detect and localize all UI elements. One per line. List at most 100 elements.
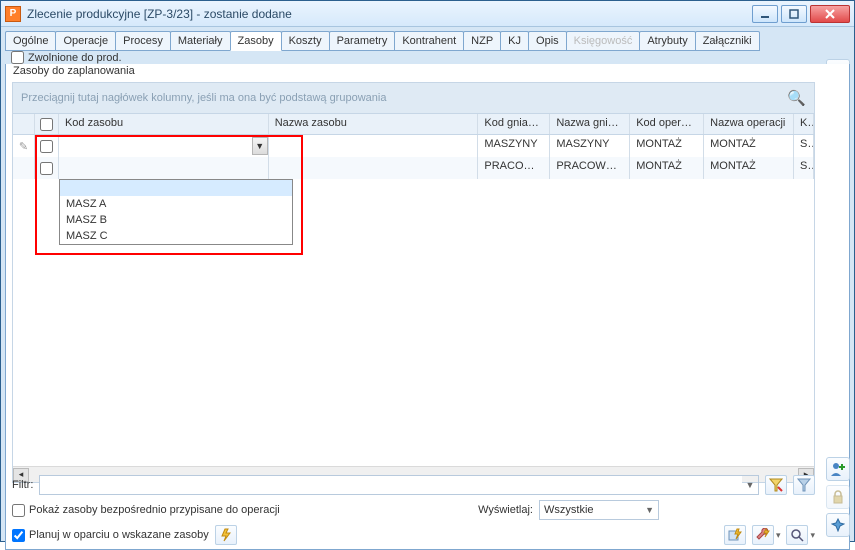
cell-kod-zasobu <box>59 157 269 179</box>
row-indicator: ✎ <box>13 135 35 157</box>
cell-kod-gniazda: PRACOW… <box>478 157 550 179</box>
kod-zasobu-dropdown[interactable]: MASZ A MASZ B MASZ C <box>59 179 293 245</box>
pokaz-bezposrednio-checkbox[interactable] <box>12 504 25 517</box>
app-icon: P <box>5 6 21 22</box>
wrench-bolt-icon <box>756 528 770 542</box>
grid: Przeciągnij tutaj nagłówek kolumny, jeśl… <box>12 82 815 483</box>
close-button[interactable] <box>810 5 850 23</box>
zwolnione-label: Zwolnione do prod. <box>28 52 122 64</box>
search-icon[interactable]: 🔍 <box>787 89 806 107</box>
kod-zasobu-combo[interactable]: ▼ <box>61 135 268 157</box>
tab-koszty[interactable]: Koszty <box>281 31 330 51</box>
chevron-down-icon: ▼ <box>645 505 654 515</box>
minimize-icon <box>760 9 770 19</box>
tab-nzp[interactable]: NZP <box>463 31 501 51</box>
bottom-panel: Filtr: ▼ Pokaż zasoby bezpośrednio przyp… <box>12 475 815 545</box>
planuj-checkbox[interactable] <box>12 529 25 542</box>
dropdown-option[interactable]: MASZ A <box>60 196 292 212</box>
cell-nazwa-zasobu <box>269 157 479 179</box>
row-checkbox[interactable] <box>40 162 53 175</box>
wrench-bolt-button[interactable] <box>752 525 774 545</box>
col-kod-zasobu[interactable]: Kod zasobu <box>59 114 269 134</box>
wyswietlaj-label: Wyświetlaj: <box>478 504 533 516</box>
col-kod-gniazda[interactable]: Kod gniazda <box>478 114 550 134</box>
lock-button <box>826 485 850 509</box>
dropdown-blank-option[interactable] <box>60 180 292 196</box>
maximize-icon <box>789 9 799 19</box>
col-handle <box>13 114 35 134</box>
combo-dropdown-button[interactable]: ▼ <box>252 137 268 155</box>
row-indicator <box>13 157 35 179</box>
col-nazwa-zasobu[interactable]: Nazwa zasobu <box>269 114 479 134</box>
dropdown-arrow-icon[interactable]: ▾ <box>810 530 815 541</box>
cell-kod-operacji: MONTAŻ <box>630 157 704 179</box>
dropdown-arrow-icon[interactable]: ▾ <box>776 530 781 541</box>
maximize-button[interactable] <box>781 5 807 23</box>
tab-zasoby[interactable]: Zasoby <box>230 31 282 51</box>
tabs-row: Ogólne Operacje Procesy Materiały Zasoby… <box>1 27 854 64</box>
funnel-edit-icon <box>769 478 783 492</box>
planuj-label: Planuj w oparciu o wskazane zasoby <box>29 529 209 541</box>
person-button[interactable] <box>826 457 850 481</box>
col-kod-operacji[interactable]: Kod operacji <box>630 114 704 134</box>
tab-opis[interactable]: Opis <box>528 31 567 51</box>
app-window: P Zlecenie produkcyjne [ZP-3/23] - zosta… <box>0 0 855 542</box>
plan-bolt-icon <box>728 528 742 542</box>
cell-nazwa-zasobu <box>269 135 479 157</box>
filter-edit-button[interactable] <box>765 475 787 495</box>
zwolnione-checkbox-wrapper[interactable]: Zwolnione do prod. <box>11 51 122 64</box>
filter-input[interactable] <box>40 476 742 494</box>
table-row[interactable]: PRACOW… PRACOWNICY MONTAŻ MONTAŻ ST <box>13 157 814 179</box>
tab-atrybuty[interactable]: Atrybuty <box>639 31 695 51</box>
tab-parametry[interactable]: Parametry <box>329 31 396 51</box>
kod-zasobu-input[interactable] <box>61 137 252 155</box>
cell-nazwa-gniazda: MASZYNY <box>550 135 630 157</box>
wyswietlaj-value: Wszystkie <box>544 504 594 516</box>
group-drop-zone[interactable]: Przeciągnij tutaj nagłówek kolumny, jeśl… <box>13 83 814 113</box>
filter-label: Filtr: <box>12 479 33 491</box>
col-header-checkbox[interactable] <box>35 114 59 134</box>
tab-ksiegowosc: Księgowość <box>566 31 641 51</box>
dropdown-option[interactable]: MASZ B <box>60 212 292 228</box>
row-checkbox[interactable] <box>40 140 53 153</box>
person-plus-icon <box>830 461 846 477</box>
grid-body: ✎ ▼ MASZYNY MASZYNY MONTAŻ MONTAŻ ST <box>13 135 814 466</box>
minimize-button[interactable] <box>752 5 778 23</box>
cell-kod-operacji: MONTAŻ <box>630 135 704 157</box>
tab-zalaczniki[interactable]: Załączniki <box>695 31 760 51</box>
tab-operacje[interactable]: Operacje <box>55 31 116 51</box>
tab-kontrahent[interactable]: Kontrahent <box>394 31 464 51</box>
titlebar: P Zlecenie produkcyjne [ZP-3/23] - zosta… <box>1 1 854 27</box>
zwolnione-checkbox[interactable] <box>11 51 24 64</box>
window-title: Zlecenie produkcyjne [ZP-3/23] - zostani… <box>27 7 752 21</box>
table-row[interactable]: ✎ ▼ MASZYNY MASZYNY MONTAŻ MONTAŻ ST <box>13 135 814 157</box>
col-last[interactable]: Ko <box>794 114 814 134</box>
cell-last: ST <box>794 157 814 179</box>
tab-ogolne[interactable]: Ogólne <box>5 31 56 51</box>
bolt-button[interactable] <box>215 525 237 545</box>
cell-nazwa-gniazda: PRACOWNICY <box>550 157 630 179</box>
tab-kj[interactable]: KJ <box>500 31 529 51</box>
planuj-wrapper[interactable]: Planuj w oparciu o wskazane zasoby <box>12 529 209 542</box>
tab-materialy[interactable]: Materiały <box>170 31 231 51</box>
cell-nazwa-operacji: MONTAŻ <box>704 157 794 179</box>
pokaz-bezposrednio-wrapper[interactable]: Pokaż zasoby bezpośrednio przypisane do … <box>12 504 280 517</box>
group-drop-hint: Przeciągnij tutaj nagłówek kolumny, jeśl… <box>21 92 386 104</box>
filter-dropdown-button[interactable]: ▼ <box>742 480 758 490</box>
grid-header: Kod zasobu Nazwa zasobu Kod gniazda Nazw… <box>13 113 814 135</box>
wyswietlaj-select[interactable]: Wszystkie ▼ <box>539 500 659 520</box>
tab-procesy[interactable]: Procesy <box>115 31 171 51</box>
funnel-icon <box>797 478 811 492</box>
content-panel: Zasoby do zaplanowania Przeciągnij tutaj… <box>5 64 850 550</box>
pin-button[interactable] <box>826 513 850 537</box>
col-nazwa-operacji[interactable]: Nazwa operacji <box>704 114 794 134</box>
header-checkbox[interactable] <box>40 118 53 131</box>
lock-icon <box>831 490 845 504</box>
pin-icon <box>831 518 845 532</box>
filter-button[interactable] <box>793 475 815 495</box>
dropdown-option[interactable]: MASZ C <box>60 228 292 244</box>
zoom-button[interactable] <box>786 525 808 545</box>
cell-last: ST <box>794 135 814 157</box>
col-nazwa-gniazda[interactable]: Nazwa gniazda <box>550 114 630 134</box>
plan-bolt-button[interactable] <box>724 525 746 545</box>
